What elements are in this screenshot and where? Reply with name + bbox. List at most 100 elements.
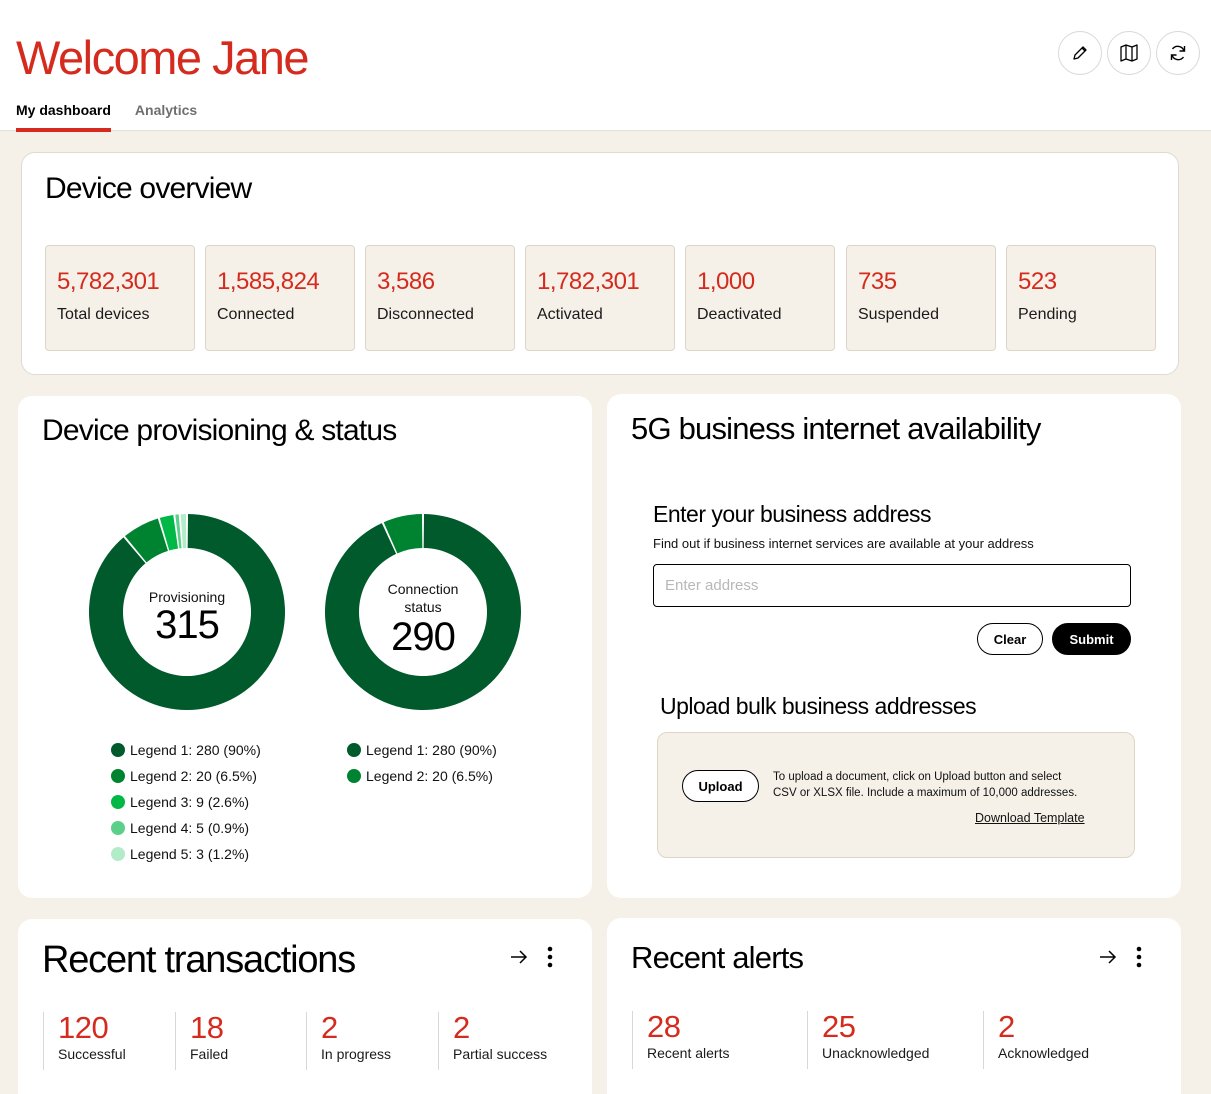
metric-label: Recent alerts (647, 1045, 730, 1061)
legend-swatch (111, 769, 125, 783)
more-vertical-icon[interactable] (1136, 946, 1142, 968)
metric-label: Successful (58, 1046, 126, 1062)
connection-center-value: 290 (391, 615, 456, 659)
refresh-icon (1170, 45, 1186, 61)
legend-label: Legend 4: 5 (0.9%) (130, 820, 250, 836)
stat-label: Activated (537, 306, 603, 323)
metric-label: Failed (190, 1046, 229, 1062)
upload-instructions-1: To upload a document, click on Upload bu… (773, 771, 1062, 783)
metric-value: 120 (58, 1010, 109, 1045)
metric-unacknowledged[interactable]: 25 Unacknowledged (807, 1011, 929, 1069)
page-header: Welcome Jane My dashboard Analytics (0, 0, 1211, 132)
tab-my-dashboard[interactable]: My dashboard (16, 102, 111, 132)
metric-label: Partial success (453, 1046, 548, 1062)
map-icon (1120, 44, 1138, 62)
provisioning-title: Device provisioning & status (42, 414, 397, 447)
stat-activated[interactable]: 1,782,301 Activated (525, 245, 675, 351)
provisioning-donut: Provisioning 315 (88, 513, 286, 711)
upload-button[interactable]: Upload (682, 770, 759, 802)
upload-instructions-2: CSV or XLSX file. Include a maximum of 1… (773, 787, 1078, 799)
legend-label: Legend 2: 20 (6.5%) (366, 768, 493, 784)
address-heading: Enter your business address (653, 501, 932, 527)
provisioning-center-value: 315 (155, 603, 220, 647)
provisioning-donut-segment-5[interactable] (180, 514, 187, 549)
arrow-right-icon[interactable] (1098, 947, 1118, 967)
connection-center-label-1: Connection (387, 581, 459, 597)
metric-recent-alerts[interactable]: 28 Recent alerts (632, 1011, 729, 1069)
refresh-button[interactable] (1156, 31, 1200, 75)
arrow-right-icon[interactable] (509, 947, 529, 967)
stat-value: 1,000 (697, 268, 755, 295)
metric-acknowledged[interactable]: 2 Acknowledged (983, 1011, 1089, 1069)
metric-value: 2 (453, 1010, 470, 1045)
legend-item: Legend 5: 3 (1.2%) (111, 841, 261, 867)
legend-item: Legend 3: 9 (2.6%) (111, 789, 261, 815)
stat-deactivated[interactable]: 1,000 Deactivated (685, 245, 835, 351)
legend-item: Legend 2: 20 (6.5%) (111, 763, 261, 789)
legend-swatch (347, 769, 361, 783)
legend-label: Legend 3: 9 (2.6%) (130, 794, 250, 810)
stat-label: Suspended (858, 306, 939, 323)
address-input[interactable] (653, 564, 1131, 607)
address-subtext: Find out if business internet services a… (653, 536, 1034, 551)
tab-analytics[interactable]: Analytics (135, 102, 197, 132)
stat-label: Connected (217, 306, 295, 323)
header-actions (1058, 31, 1200, 75)
stat-connected[interactable]: 1,585,824 Connected (205, 245, 355, 351)
tab-bar: My dashboard Analytics (16, 102, 197, 132)
stat-value: 523 (1018, 268, 1057, 295)
metric-successful[interactable]: 120 Successful (43, 1012, 126, 1070)
upload-dropzone[interactable]: Upload To upload a document, click on Up… (657, 732, 1135, 858)
stat-pending[interactable]: 523 Pending (1006, 245, 1156, 351)
availability-title: 5G business internet availability (631, 411, 1041, 446)
metric-in-progress[interactable]: 2 In progress (306, 1012, 391, 1070)
map-button[interactable] (1107, 31, 1151, 75)
stat-label: Total devices (57, 306, 150, 323)
legend-label: Legend 2: 20 (6.5%) (130, 768, 257, 784)
metric-label: Unacknowledged (822, 1045, 930, 1061)
stat-value: 735 (858, 268, 897, 295)
connection-center-label-2: status (404, 599, 442, 615)
connection-donut: Connection status 290 (324, 513, 522, 711)
transactions-card: Recent transactions 120 Successful 18 Fa… (18, 919, 592, 1094)
transactions-title: Recent transactions (42, 939, 356, 981)
pencil-icon (1073, 46, 1087, 60)
stat-label: Disconnected (377, 306, 474, 323)
metric-value: 2 (998, 1009, 1015, 1044)
metric-failed[interactable]: 18 Failed (175, 1012, 228, 1070)
stat-value: 1,782,301 (537, 268, 640, 295)
device-overview-card: Device overview 5,782,301 Total devices … (21, 152, 1179, 375)
metric-value: 2 (321, 1010, 338, 1045)
bulk-upload-heading: Upload bulk business addresses (660, 693, 977, 719)
legend-label: Legend 1: 280 (90%) (366, 742, 497, 758)
more-vertical-icon[interactable] (547, 946, 553, 968)
legend-swatch (111, 847, 125, 861)
stat-total-devices[interactable]: 5,782,301 Total devices (45, 245, 195, 351)
submit-button[interactable]: Submit (1052, 623, 1131, 655)
provisioning-card: Device provisioning & status Provisionin… (18, 396, 592, 898)
metric-label: Acknowledged (998, 1045, 1090, 1061)
stat-value: 5,782,301 (57, 268, 160, 295)
legend-swatch (111, 743, 125, 757)
alerts-title: Recent alerts (631, 940, 804, 975)
metric-partial-success[interactable]: 2 Partial success (438, 1012, 547, 1070)
legend-item: Legend 1: 280 (90%) (111, 737, 261, 763)
download-template-link[interactable]: Download Template (975, 811, 1085, 825)
metric-value: 25 (822, 1009, 856, 1044)
legend-swatch (111, 821, 125, 835)
legend-item: Legend 4: 5 (0.9%) (111, 815, 261, 841)
legend-item: Legend 1: 280 (90%) (347, 737, 497, 763)
stat-disconnected[interactable]: 3,586 Disconnected (365, 245, 515, 351)
legend-label: Legend 1: 280 (90%) (130, 742, 261, 758)
stat-suspended[interactable]: 735 Suspended (846, 245, 996, 351)
clear-button[interactable]: Clear (977, 623, 1043, 655)
legend-item: Legend 2: 20 (6.5%) (347, 763, 497, 789)
legend-label: Legend 5: 3 (1.2%) (130, 846, 250, 862)
page-title: Welcome Jane (16, 31, 310, 84)
device-overview-title: Device overview (45, 172, 252, 205)
legend-swatch (347, 743, 361, 757)
metric-value: 28 (647, 1009, 681, 1044)
stat-value: 1,585,824 (217, 268, 320, 295)
edit-button[interactable] (1058, 31, 1102, 75)
availability-card: 5G business internet availability Enter … (607, 394, 1181, 898)
